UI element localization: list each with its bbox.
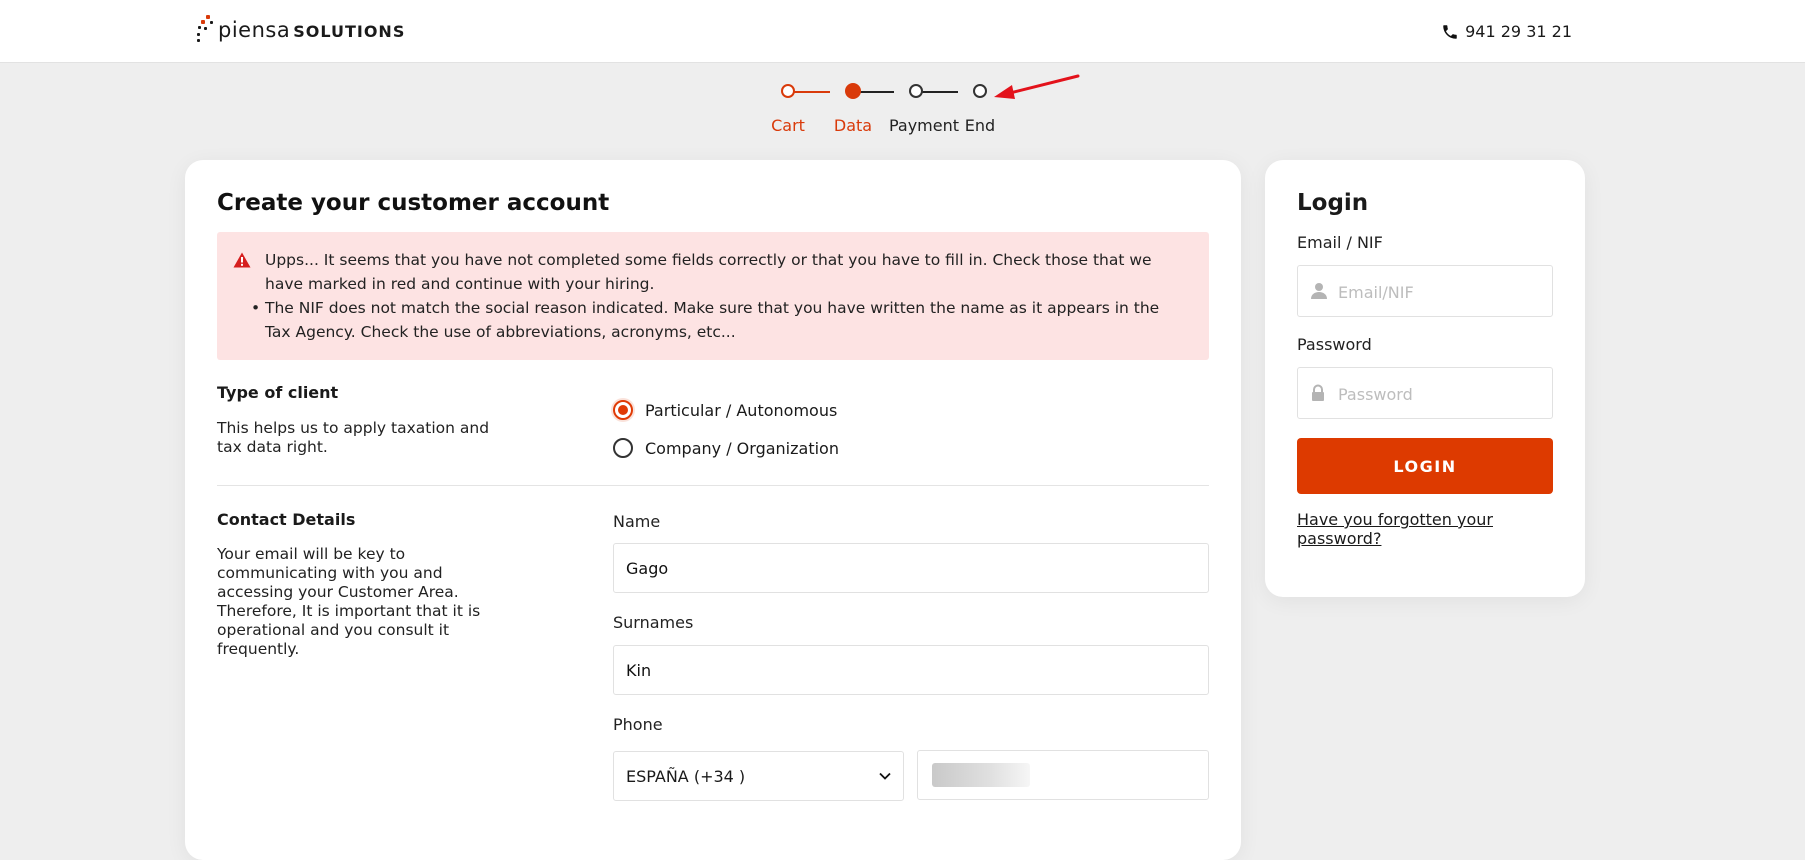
user-icon (1311, 283, 1327, 299)
register-title: Create your customer account (217, 190, 610, 216)
name-input[interactable] (613, 543, 1209, 593)
phone-number-input[interactable] (917, 750, 1209, 800)
error-alert: Upps... It seems that you have not compl… (217, 232, 1209, 360)
logo-mark-icon (196, 12, 216, 48)
chevron-down-icon (879, 772, 891, 780)
radio-unchecked-icon[interactable] (613, 438, 633, 458)
logo-text-light: piensa (218, 18, 291, 42)
logo[interactable]: piensa SOLUTIONS (196, 12, 405, 48)
email-input[interactable] (1336, 266, 1540, 318)
phone-number: 941 29 31 21 (1465, 22, 1572, 41)
radio-company-label: Company / Organization (645, 438, 839, 458)
radio-company[interactable]: Company / Organization (613, 438, 839, 458)
annotation-arrow-icon (994, 74, 1080, 99)
email-field[interactable] (1297, 265, 1553, 318)
top-header: piensa SOLUTIONS 941 29 31 21 (0, 0, 1805, 63)
surnames-input[interactable] (613, 645, 1209, 695)
redacted-phone-value (932, 763, 1030, 787)
step-dot-data (845, 83, 861, 99)
header-phone[interactable]: 941 29 31 21 (1441, 22, 1572, 41)
password-field[interactable] (1297, 367, 1553, 420)
step-dot-cart[interactable] (781, 84, 795, 98)
lock-icon (1312, 384, 1324, 401)
bullet-icon: • (251, 299, 261, 317)
radio-particular-label: Particular / Autonomous (645, 400, 838, 420)
step-label-cart[interactable]: Cart (771, 116, 805, 135)
step-label-data: Data (833, 116, 873, 135)
login-title: Login (1297, 190, 1369, 216)
register-card: Create your customer account Upps... It … (185, 160, 1241, 860)
section-divider (217, 485, 1209, 486)
logo-text-bold: SOLUTIONS (293, 22, 406, 41)
radio-checked-icon[interactable] (613, 400, 633, 420)
contact-heading: Contact Details (217, 510, 356, 529)
login-card: Login Email / NIF Password LOGIN Have yo… (1265, 160, 1585, 597)
password-label: Password (1297, 335, 1372, 354)
client-type-description: This helps us to apply taxation and tax … (217, 419, 490, 456)
login-button[interactable]: LOGIN (1297, 438, 1553, 494)
step-dot-payment (909, 84, 923, 98)
phone-icon (1443, 24, 1457, 39)
checkout-stepper: Cart Data Payment End (770, 80, 1010, 140)
radio-particular[interactable]: Particular / Autonomous (613, 400, 837, 420)
client-type-heading: Type of client (217, 383, 339, 402)
warning-icon (233, 252, 251, 268)
step-dot-end (973, 84, 987, 98)
phone-label: Phone (613, 715, 663, 734)
forgot-password-link[interactable]: Have you forgotten your password? (1297, 510, 1517, 548)
surnames-label: Surnames (613, 613, 694, 632)
step-label-end: End (964, 116, 996, 135)
country-select[interactable]: ESPAÑA (+34 ) (613, 751, 904, 801)
password-input[interactable] (1336, 368, 1540, 420)
email-label: Email / NIF (1297, 233, 1383, 252)
alert-message: Upps... It seems that you have not compl… (265, 251, 1152, 293)
alert-bullet: The NIF does not match the social reason… (265, 299, 1160, 341)
country-select-value: ESPAÑA (+34 ) (626, 766, 746, 786)
step-label-payment: Payment (888, 116, 960, 135)
contact-description: Your email will be key to communicating … (217, 545, 481, 658)
name-label: Name (613, 512, 661, 531)
